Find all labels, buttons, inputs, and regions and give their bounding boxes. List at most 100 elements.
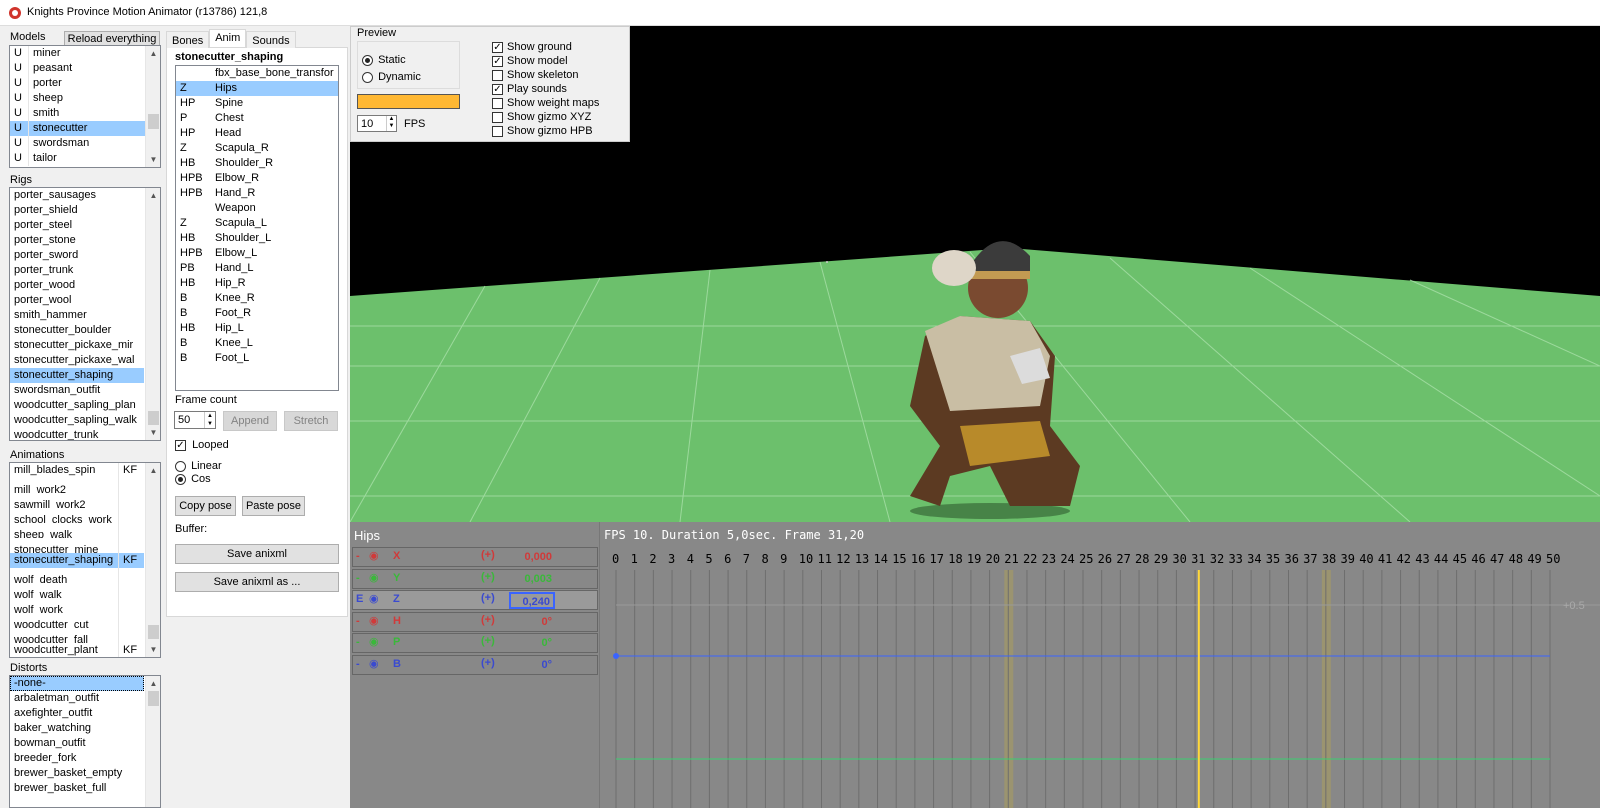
frame-ruler[interactable]: 0 1 2 3 4 5 6 7 8 9 10 11 12 13 14 15 16 17 18 19 20 21 22 23 24… (350, 522, 1600, 572)
bone-list-item[interactable]: HB Hip_L (176, 321, 338, 336)
fps-input[interactable]: 10 ▲ ▼ (357, 115, 397, 132)
distorts-scrollbar[interactable]: ▲ (145, 676, 160, 807)
bone-list-item[interactable]: PB Hand_L (176, 261, 338, 276)
rig-list-item[interactable]: smith_hammer (10, 308, 144, 323)
rig-list-item[interactable]: stonecutter_shaping (10, 368, 144, 383)
bone-list-item[interactable]: HB Shoulder_L (176, 231, 338, 246)
save-anixml-as-button[interactable]: Save anixml as ... (175, 572, 339, 592)
animation-list-item[interactable]: woodcutter_fall (10, 628, 144, 643)
preview-option-checkbox[interactable]: ✓ Show ground (492, 41, 627, 55)
animation-list-item[interactable]: wolf_death (10, 568, 144, 583)
bone-list-item[interactable]: HP Head (176, 126, 338, 141)
cos-radio[interactable]: Cos (175, 473, 211, 485)
tab-sounds[interactable]: Sounds (246, 31, 296, 48)
models-scrollbar[interactable]: ▲ ▼ (145, 46, 160, 167)
rig-list-item[interactable]: woodcutter_sapling_walk (10, 413, 144, 428)
rig-list-item[interactable]: stonecutter_boulder (10, 323, 144, 338)
animation-list-item[interactable]: mill_blades_spin KF (10, 463, 144, 478)
stretch-button[interactable]: Stretch (284, 411, 338, 431)
preview-option-checkbox[interactable]: Show gizmo HPB (492, 125, 627, 139)
model-list-item[interactable]: Upeasant (10, 61, 160, 76)
bone-list-item[interactable]: HPB Elbow_R (176, 171, 338, 186)
tab-anim[interactable]: Anim (209, 29, 247, 47)
bone-list-item[interactable]: fbx_base_bone_transfor (176, 66, 338, 81)
rig-list-item[interactable]: porter_sausages (10, 188, 144, 203)
looped-checkbox[interactable]: ✓ Looped (175, 439, 229, 451)
distort-list-item[interactable]: arbaletman_outfit (10, 691, 144, 706)
bones-list[interactable]: fbx_base_bone_transfor Z Hips HP Spine P Chest… (175, 65, 339, 391)
models-list[interactable]: Uminer Upeasant Uporter Usheep Usmith Ustonec… (9, 45, 161, 168)
bone-list-item[interactable]: B Knee_L (176, 336, 338, 351)
preview-option-checkbox[interactable]: Show weight maps (492, 97, 627, 111)
animation-list-item[interactable]: woodcutter_plant KF (10, 643, 144, 657)
animation-list-item[interactable]: wolf_walk (10, 583, 144, 598)
model-list-item[interactable]: Uswordsman (10, 136, 160, 151)
animation-list-item[interactable]: stonecutter_mine (10, 538, 144, 553)
distort-list-item[interactable]: axefighter_outfit (10, 706, 144, 721)
rig-list-item[interactable]: woodcutter_trunk (10, 428, 144, 440)
bone-list-item[interactable]: HP Spine (176, 96, 338, 111)
bone-list-item[interactable]: Z Scapula_L (176, 216, 338, 231)
model-list-item[interactable]: Usheep (10, 91, 160, 106)
animation-list-item[interactable]: woodcutter_cut (10, 613, 144, 628)
color-swatch[interactable] (357, 94, 460, 109)
linear-radio[interactable]: Linear (175, 460, 222, 472)
distort-list-item[interactable]: breeder_fork (10, 751, 144, 766)
model-list-item[interactable]: Usmith (10, 106, 160, 121)
animations-scrollbar[interactable]: ▲ ▼ (145, 463, 160, 657)
frame-count-input[interactable]: 50 ▲ ▼ (174, 411, 216, 429)
distort-list-item[interactable]: bowman_outfit (10, 736, 144, 751)
preview-option-checkbox[interactable]: ✓ Play sounds (492, 83, 627, 97)
animation-list-item[interactable]: mill_work2 (10, 478, 144, 493)
rigs-scrollbar[interactable]: ▲ ▼ (145, 188, 160, 440)
animations-list[interactable]: mill_blades_spin KF mill_work2 sawmill_work… (9, 462, 161, 658)
rig-list-item[interactable]: swordsman_outfit (10, 383, 144, 398)
bone-list-item[interactable]: P Chest (176, 111, 338, 126)
model-list-item[interactable]: Ustonecutter (10, 121, 160, 136)
append-button[interactable]: Append (223, 411, 277, 431)
save-anixml-button[interactable]: Save anixml (175, 544, 339, 564)
animation-list-item[interactable]: wolf_work (10, 598, 144, 613)
bone-list-item[interactable]: Z Scapula_R (176, 141, 338, 156)
preview-option-checkbox[interactable]: Show skeleton (492, 69, 627, 83)
preview-option-checkbox[interactable]: Show gizmo XYZ (492, 111, 627, 125)
bone-list-item[interactable]: Z Hips (176, 81, 338, 96)
preview-option-checkbox[interactable]: ✓ Show model (492, 55, 627, 69)
distort-list-item[interactable]: brewer_basket_full (10, 781, 144, 796)
distort-list-item[interactable]: brewer_basket_empty (10, 766, 144, 781)
animation-list-item[interactable]: stonecutter_shaping KF (10, 553, 144, 568)
distort-list-item[interactable]: -none- (10, 676, 144, 691)
dynamic-radio[interactable]: Dynamic (362, 71, 421, 83)
rigs-list[interactable]: porter_sausages porter_shield porter_steel… (9, 187, 161, 441)
distort-list-item[interactable]: baker_watching (10, 721, 144, 736)
tab-bones[interactable]: Bones (166, 31, 210, 48)
bone-list-item[interactable]: B Knee_R (176, 291, 338, 306)
bone-list-item[interactable]: Weapon (176, 201, 338, 216)
rig-list-item[interactable]: porter_shield (10, 203, 144, 218)
rig-list-item[interactable]: porter_steel (10, 218, 144, 233)
animation-list-item[interactable]: sawmill_work2 (10, 493, 144, 508)
bone-list-item[interactable]: B Foot_L (176, 351, 338, 366)
spin-arrows-icon[interactable]: ▲ ▼ (204, 412, 215, 428)
bone-list-item[interactable]: B Foot_R (176, 306, 338, 321)
animation-list-item[interactable]: school_clocks_work (10, 508, 144, 523)
animation-list-item[interactable]: sheep_walk (10, 523, 144, 538)
rig-list-item[interactable]: stonecutter_pickaxe_wal (10, 353, 144, 368)
rig-list-item[interactable]: porter_wool (10, 293, 144, 308)
bone-list-item[interactable]: HPB Hand_R (176, 186, 338, 201)
static-radio[interactable]: Static (362, 54, 406, 66)
model-list-item[interactable]: Utailor (10, 151, 160, 166)
copy-pose-button[interactable]: Copy pose (175, 496, 236, 516)
bone-list-item[interactable]: HB Shoulder_R (176, 156, 338, 171)
model-list-item[interactable]: Uminer (10, 46, 160, 61)
curve-editor[interactable] (350, 570, 1600, 808)
rig-list-item[interactable]: stonecutter_pickaxe_mir (10, 338, 144, 353)
rig-list-item[interactable]: porter_stone (10, 233, 144, 248)
rig-list-item[interactable]: porter_sword (10, 248, 144, 263)
bone-list-item[interactable]: HB Hip_R (176, 276, 338, 291)
model-list-item[interactable]: Uporter (10, 76, 160, 91)
rig-list-item[interactable]: woodcutter_sapling_plan (10, 398, 144, 413)
bone-list-item[interactable]: HPB Elbow_L (176, 246, 338, 261)
spin-arrows-icon[interactable]: ▲ ▼ (386, 116, 396, 131)
timeline-panel[interactable]: Hips FPS 10. Duration 5,0sec. Frame 31,2… (350, 522, 1600, 808)
